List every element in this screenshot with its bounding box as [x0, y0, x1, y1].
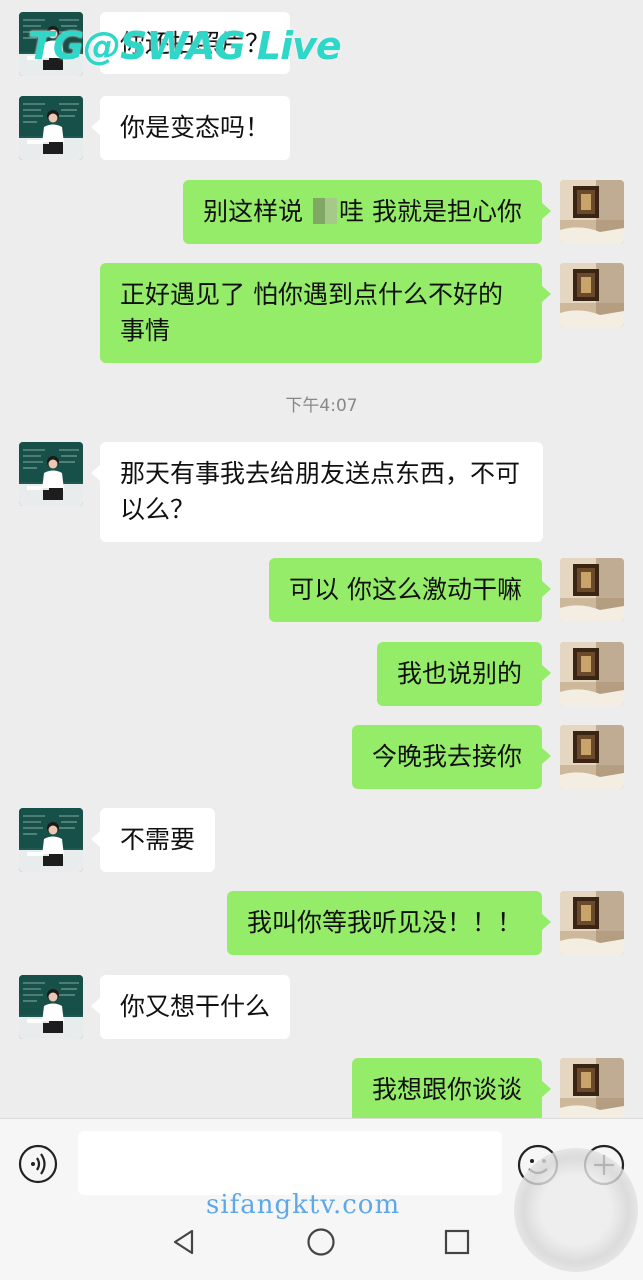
watermark-text: TG@SWAG Live	[28, 24, 342, 68]
site-watermark: sifangktv.com	[206, 1190, 401, 1220]
back-triangle-icon[interactable]	[170, 1228, 198, 1256]
user-avatar[interactable]	[560, 891, 624, 955]
user-avatar[interactable]	[560, 1058, 624, 1118]
censored-name-mosaic	[313, 198, 338, 224]
message-text: 哇 我就是担心你	[339, 197, 522, 226]
message-bubble-outgoing[interactable]: 我叫你等我听见没！！！	[226, 891, 552, 955]
message-text: 不需要	[120, 825, 196, 854]
message-bubble-incoming[interactable]: 你是变态吗！	[90, 96, 291, 160]
user-avatar[interactable]	[560, 642, 624, 706]
message-text: 我想跟你谈谈	[371, 1075, 522, 1104]
message-bubble-incoming[interactable]: 不需要	[90, 808, 216, 872]
message-bubble-outgoing[interactable]: 今晚我去接你	[351, 725, 552, 789]
message-bubble-outgoing[interactable]: 别这样说 哇 我就是担心你	[183, 180, 551, 244]
message-input[interactable]	[78, 1131, 502, 1195]
message-text: 今晚我去接你	[371, 742, 522, 771]
message-bubble-outgoing[interactable]: 可以 你这么激动干嘛	[269, 558, 551, 622]
message-text: 可以 你这么激动干嘛	[289, 575, 522, 604]
voice-icon[interactable]	[18, 1144, 58, 1184]
contact-avatar[interactable]	[19, 442, 83, 506]
message-bubble-outgoing[interactable]: 我想跟你谈谈	[351, 1058, 552, 1118]
message-text: 你又想干什么	[120, 992, 271, 1021]
contact-avatar[interactable]	[19, 808, 83, 872]
contact-avatar[interactable]	[19, 975, 83, 1039]
contact-avatar[interactable]	[19, 96, 83, 160]
message-bubble-outgoing[interactable]: 我也说别的	[376, 642, 552, 706]
home-circle-icon[interactable]	[306, 1227, 336, 1257]
user-avatar[interactable]	[560, 263, 624, 327]
user-avatar[interactable]	[560, 725, 624, 789]
user-avatar[interactable]	[560, 180, 624, 244]
message-bubble-outgoing[interactable]: 正好遇见了 怕你遇到点什么不好的事情	[100, 263, 551, 363]
user-avatar[interactable]	[560, 558, 624, 622]
message-bubble-incoming[interactable]: 你又想干什么	[90, 975, 291, 1039]
message-text: 别这样说	[203, 197, 304, 226]
recent-square-icon[interactable]	[444, 1229, 470, 1255]
chat-area[interactable]: 你还拍照片？ 你是变态吗！ 别这样说 哇 我就是担心你 正好遇见了 怕你遇到点什…	[0, 0, 643, 1118]
timestamp: 下午4:07	[285, 396, 358, 416]
message-text: 正好遇见了 怕你遇到点什么不好的事情	[120, 280, 503, 345]
message-text: 那天有事我去给朋友送点东西，不可以么？	[120, 459, 521, 524]
message-text: 我叫你等我听见没！！！	[246, 908, 522, 937]
message-bubble-incoming[interactable]: 那天有事我去给朋友送点东西，不可以么？	[91, 442, 543, 542]
message-text: 我也说别的	[396, 659, 522, 688]
message-text: 你是变态吗！	[120, 113, 271, 142]
floating-assistive-button[interactable]	[514, 1148, 638, 1272]
